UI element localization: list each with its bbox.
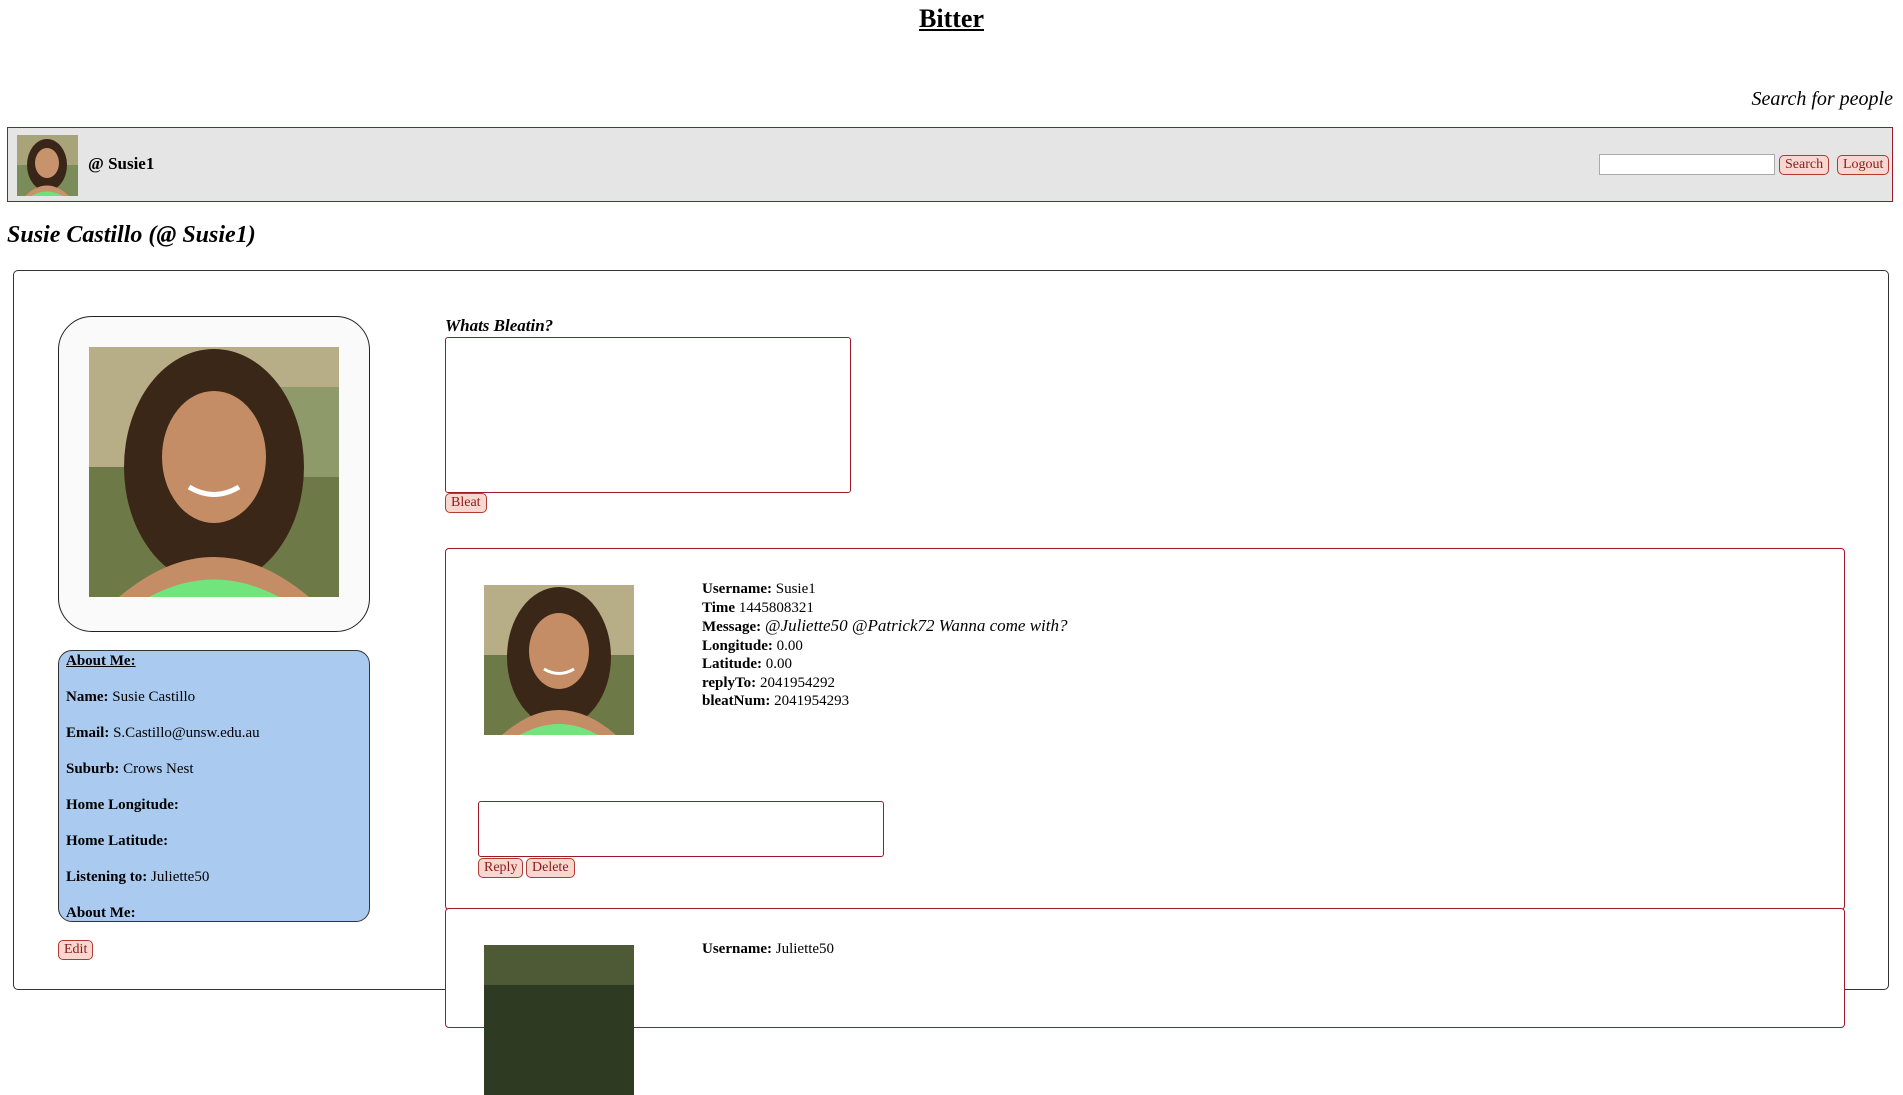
bleat-reply-to: replyTo: 2041954292 bbox=[702, 674, 835, 691]
bleat-username: Username: Susie1 bbox=[702, 581, 816, 597]
user-avatar[interactable] bbox=[17, 135, 78, 196]
bleat-author-photo[interactable] bbox=[484, 585, 634, 735]
search-button[interactable]: Search bbox=[1779, 155, 1830, 175]
bleat-username: Username: Juliette50 bbox=[702, 941, 835, 957]
profile-photo-card bbox=[58, 316, 370, 632]
bleat-card: Username: Juliette50 bbox=[445, 908, 1845, 1095]
bleat-message: Message: @Juliette50 @Patrick72 Wanna co… bbox=[702, 616, 1068, 635]
current-user-handle[interactable]: @ Susie1 bbox=[88, 154, 154, 174]
about-field-email: Email: S.Castillo@unsw.edu.au bbox=[66, 725, 260, 741]
about-heading: About Me: bbox=[66, 653, 136, 669]
profile-photo bbox=[89, 347, 339, 597]
about-field-home-latitude: Home Latitude: bbox=[66, 833, 169, 849]
about-field-listening-to: Listening to: Juliette50 bbox=[66, 869, 210, 885]
about-field-suburb: Suburb: Crows Nest bbox=[66, 761, 194, 777]
edit-profile-button[interactable]: Edit bbox=[58, 940, 94, 960]
about-field-home-longitude: Home Longitude: bbox=[66, 797, 179, 813]
compose-bleat-input[interactable] bbox=[445, 337, 851, 493]
bleat-num: bleatNum: 2041954293 bbox=[702, 693, 850, 709]
compose-label: Whats Bleatin? bbox=[445, 316, 554, 335]
about-field-name: Name: Susie Castillo bbox=[66, 689, 196, 705]
top-bar: @ Susie1 Search Logout bbox=[7, 127, 1893, 202]
search-caption: Search for people bbox=[1751, 88, 1893, 110]
bleat-meta: Username: Juliette50 bbox=[702, 940, 834, 959]
logout-button[interactable]: Logout bbox=[1837, 155, 1890, 175]
about-me-panel: About Me: Name: Susie Castillo Email: S.… bbox=[58, 650, 370, 922]
bleat-latitude: Latitude: 0.00 bbox=[702, 656, 792, 672]
reply-input[interactable] bbox=[478, 801, 884, 857]
search-input[interactable] bbox=[1599, 154, 1775, 175]
reply-button[interactable]: Reply bbox=[478, 858, 524, 878]
bleat-button[interactable]: Bleat bbox=[445, 493, 487, 513]
delete-button[interactable]: Delete bbox=[526, 858, 575, 878]
bleat-meta: Username: Susie1 Time 1445808321 Message… bbox=[702, 580, 1068, 711]
bleat-time: Time 1445808321 bbox=[702, 599, 814, 616]
about-field-about-me: About Me: bbox=[66, 905, 136, 921]
profile-title: Susie Castillo (@ Susie1) bbox=[7, 222, 256, 248]
bleat-longitude: Longitude: 0.00 bbox=[702, 637, 803, 654]
bleat-card: Username: Susie1 Time 1445808321 Message… bbox=[445, 548, 1845, 910]
site-title[interactable]: Bitter bbox=[0, 4, 1903, 34]
bleat-author-photo[interactable] bbox=[484, 945, 634, 1095]
